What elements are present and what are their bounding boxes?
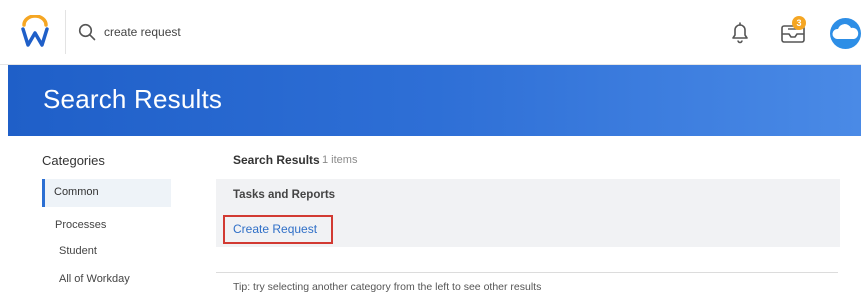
search-icon [78,23,96,41]
search-input[interactable] [104,22,404,42]
category-item-student[interactable]: Student [59,245,97,257]
categories-heading: Categories [42,153,105,168]
category-item-all-of-workday[interactable]: All of Workday [59,273,130,285]
workday-logo-icon[interactable] [18,15,52,49]
category-label-common: Common [54,186,99,198]
results-heading: Search Results [233,153,320,167]
results-count: 1 items [322,154,358,166]
create-request-link[interactable]: Create Request [233,222,317,236]
category-item-processes[interactable]: Processes [55,219,106,231]
user-avatar[interactable] [830,18,861,49]
results-group-title: Tasks and Reports [233,189,336,201]
header-divider [65,10,66,54]
page-banner: Search Results [8,65,861,136]
results-tip: Tip: try selecting another category from… [233,281,542,293]
cloud-icon [832,24,859,39]
top-header: 3 [0,0,861,65]
page-title: Search Results [43,84,223,114]
results-divider [216,272,838,273]
inbox-badge: 3 [792,16,806,30]
bell-icon[interactable] [729,20,751,44]
